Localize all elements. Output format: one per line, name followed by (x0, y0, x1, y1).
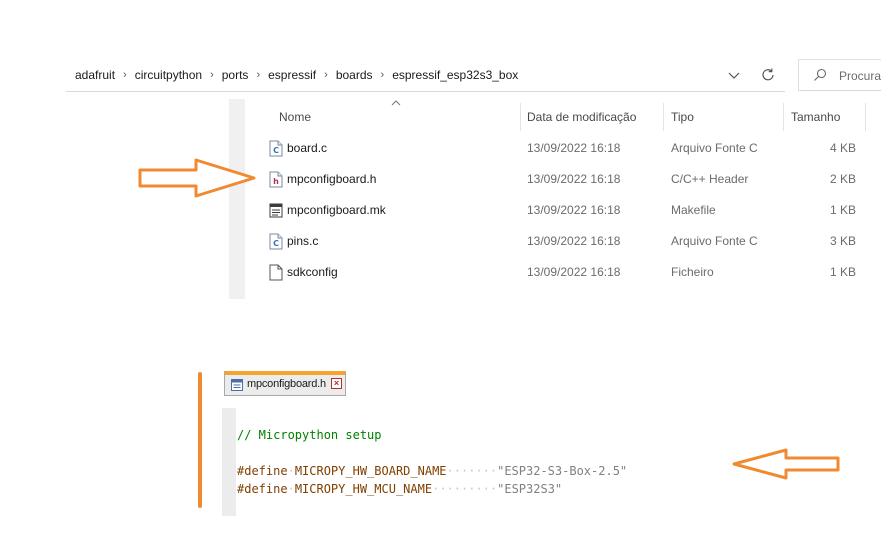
editor-tab[interactable]: mpconfigboard.h × (224, 371, 346, 396)
column-header-size[interactable]: Tamanho (791, 103, 840, 131)
breadcrumb-separator[interactable]: › (324, 69, 328, 81)
file-name: mpconfigboard.h (287, 172, 377, 186)
code-macro-name: MICROPY_HW_MCU_NAME (294, 482, 433, 496)
code-comment-line: // Micropython setup (237, 428, 382, 442)
file-row[interactable]: C pins.c 13/09/2022 16:18 Arquivo Fonte … (262, 226, 881, 257)
annotation-arrow-left (732, 448, 840, 480)
column-divider[interactable] (783, 103, 784, 131)
search-icon (814, 68, 827, 81)
file-row[interactable]: h mpconfigboard.h 13/09/2022 16:18 C/C++… (262, 164, 881, 195)
column-header-type[interactable]: Tipo (671, 103, 694, 131)
close-icon[interactable]: × (331, 378, 342, 389)
code-keyword: #define (237, 482, 288, 496)
file-type: C/C++ Header (671, 172, 749, 186)
header-file-icon (231, 379, 243, 391)
file-date: 13/09/2022 16:18 (527, 172, 621, 186)
file-date: 13/09/2022 16:18 (527, 265, 621, 279)
refresh-icon[interactable] (759, 66, 777, 84)
search-placeholder: Procura (839, 69, 881, 83)
file-size: 1 KB (829, 265, 856, 279)
editor-gutter (222, 408, 236, 516)
column-divider[interactable] (520, 103, 521, 131)
file-date: 13/09/2022 16:18 (527, 203, 621, 217)
code-define-mcu-name: #define·MICROPY_HW_MCU_NAME·········"ESP… (237, 482, 563, 496)
file-date: 13/09/2022 16:18 (527, 141, 621, 155)
code-string-value: "ESP32S3" (497, 482, 563, 496)
sort-ascending-icon (391, 100, 401, 106)
generic-file-icon (269, 264, 283, 281)
column-divider[interactable] (865, 103, 866, 131)
breadcrumb-espressif[interactable]: espressif (268, 68, 316, 82)
c-source-file-icon: C (269, 140, 283, 157)
code-string-value: "ESP32-S3-Box-2.5" (497, 464, 628, 478)
file-size: 2 KB (829, 172, 856, 186)
code-keyword: #define (237, 464, 288, 478)
file-size: 3 KB (829, 234, 856, 248)
breadcrumb-separator[interactable]: › (381, 69, 385, 81)
file-name: mpconfigboard.mk (287, 203, 386, 217)
breadcrumb-separator[interactable]: › (256, 69, 260, 81)
editor-tab-label: mpconfigboard.h (247, 378, 326, 390)
annotation-arrow-right (138, 158, 256, 198)
file-type: Arquivo Fonte C (671, 141, 758, 155)
breadcrumb-ports[interactable]: ports (222, 68, 249, 82)
breadcrumb-separator[interactable]: › (123, 69, 127, 81)
c-source-file-icon: C (269, 233, 283, 250)
makefile-icon (269, 203, 283, 218)
file-row[interactable]: sdkconfig 13/09/2022 16:18 Ficheiro 1 KB (262, 257, 881, 288)
file-type: Makefile (671, 203, 716, 217)
svg-text:C: C (273, 146, 279, 155)
file-date: 13/09/2022 16:18 (527, 234, 621, 248)
file-type: Ficheiro (671, 265, 714, 279)
code-macro-name: MICROPY_HW_BOARD_NAME (294, 464, 447, 478)
breadcrumb-espressif-esp32s3-box[interactable]: espressif_esp32s3_box (392, 68, 518, 82)
search-box[interactable]: Procura (798, 59, 881, 91)
breadcrumb-adafruit[interactable]: adafruit (75, 68, 115, 82)
file-size: 4 KB (829, 141, 856, 155)
chevron-down-icon[interactable] (726, 67, 742, 83)
file-row[interactable]: C board.c 13/09/2022 16:18 Arquivo Fonte… (262, 133, 881, 164)
code-define-board-name: #define·MICROPY_HW_BOARD_NAME·······"ESP… (237, 464, 628, 478)
column-divider[interactable] (663, 103, 664, 131)
file-size: 1 KB (829, 203, 856, 217)
file-name: board.c (287, 141, 328, 155)
address-bar[interactable]: adafruit › circuitpython › ports › espre… (66, 59, 785, 92)
breadcrumb-circuitpython[interactable]: circuitpython (135, 68, 202, 82)
breadcrumb-boards[interactable]: boards (336, 68, 373, 82)
breadcrumb-separator[interactable]: › (210, 69, 214, 81)
column-header-date[interactable]: Data de modificação (527, 103, 636, 131)
header-file-icon: h (269, 171, 283, 188)
breadcrumb: adafruit › circuitpython › ports › espre… (75, 59, 518, 91)
file-name: pins.c (287, 234, 319, 248)
file-row[interactable]: mpconfigboard.mk 13/09/2022 16:18 Makefi… (262, 195, 881, 226)
svg-text:C: C (273, 239, 279, 248)
svg-text:h: h (273, 177, 279, 186)
file-name: sdkconfig (287, 265, 338, 279)
annotation-vertical-line (198, 372, 202, 508)
column-header-name[interactable]: Nome (279, 103, 311, 131)
file-type: Arquivo Fonte C (671, 234, 758, 248)
